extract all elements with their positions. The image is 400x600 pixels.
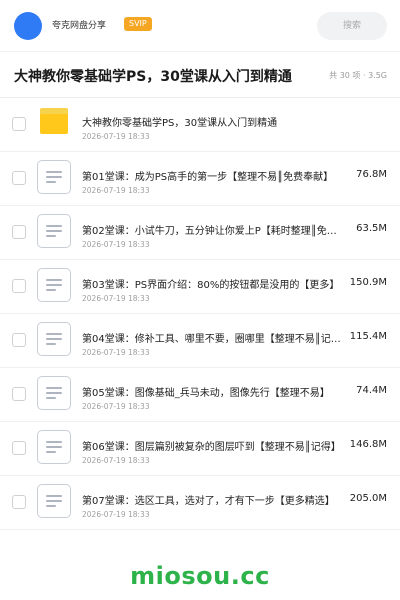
file-name: 第03堂课：PS界面介绍：80%的按钮都是没用的【更多】 xyxy=(82,280,340,291)
avatar[interactable] xyxy=(14,12,42,40)
select-checkbox[interactable] xyxy=(12,387,26,401)
select-checkbox[interactable] xyxy=(12,279,26,293)
file-name: 大神教你零基础学PS，30堂课从入门到精通 xyxy=(82,118,278,129)
file-name: 第06堂课：图层篇别被复杂的图层吓到【整理不易║记得】 xyxy=(82,442,341,453)
file-date: 2026-07-19 18:33 xyxy=(82,510,150,519)
list-item[interactable]: 第03堂课：PS界面介绍：80%的按钮都是没用的【更多】 2026-07-19 … xyxy=(0,260,400,314)
search-input[interactable]: 搜索 xyxy=(317,12,387,40)
file-count-size: 共 30 项 · 3.5G xyxy=(329,71,387,80)
document-icon xyxy=(37,376,71,410)
file-list: 大神教你零基础学PS，30堂课从入门到精通 2026-07-19 18:33 第… xyxy=(0,98,400,530)
list-item[interactable]: 大神教你零基础学PS，30堂课从入门到精通 2026-07-19 18:33 xyxy=(0,98,400,152)
document-icon xyxy=(37,484,71,518)
title-bar: 大神教你零基础学PS，30堂课从入门到精通 共 30 项 · 3.5G xyxy=(0,52,400,98)
file-date: 2026-07-19 18:33 xyxy=(82,348,150,357)
file-size: 146.8M xyxy=(349,439,387,450)
document-icon xyxy=(37,268,71,302)
file-name: 第07堂课：选区工具，选对了，才有下一步【更多精选】 xyxy=(82,496,335,507)
search-placeholder: 搜索 xyxy=(342,21,361,31)
list-item[interactable]: 第02堂课：小试牛刀，五分钟让你爱上P【耗时整理║免费】 2026-07-19 … xyxy=(0,206,400,260)
select-checkbox[interactable] xyxy=(12,225,26,239)
file-size: 63.5M xyxy=(356,223,387,234)
select-checkbox[interactable] xyxy=(12,441,26,455)
page-title: 大神教你零基础学PS，30堂课从入门到精通 xyxy=(14,69,292,85)
file-date: 2026-07-19 18:33 xyxy=(82,456,150,465)
site-watermark: miosou.cc xyxy=(130,562,270,590)
share-owner-name: 夸克网盘分享 xyxy=(52,21,107,31)
file-date: 2026-07-19 18:33 xyxy=(82,186,150,195)
document-icon xyxy=(37,322,71,356)
file-size: 76.8M xyxy=(356,169,387,180)
file-name: 第04堂课：修补工具、哪里不要，圈哪里【整理不易║记得】 xyxy=(82,334,344,345)
list-item[interactable]: 第04堂课：修补工具、哪里不要，圈哪里【整理不易║记得】 2026-07-19 … xyxy=(0,314,400,368)
list-item[interactable]: 第07堂课：选区工具，选对了，才有下一步【更多精选】 2026-07-19 18… xyxy=(0,476,400,530)
document-icon xyxy=(37,160,71,194)
select-checkbox[interactable] xyxy=(12,117,26,131)
select-checkbox[interactable] xyxy=(12,333,26,347)
select-checkbox[interactable] xyxy=(12,495,26,509)
document-icon xyxy=(37,430,71,464)
file-date: 2026-07-19 18:33 xyxy=(82,240,150,249)
file-name: 第02堂课：小试牛刀，五分钟让你爱上P【耗时整理║免费】 xyxy=(82,226,344,237)
share-header: 夸克网盘分享 SVIP 搜索 xyxy=(0,0,400,52)
svip-badge: SVIP xyxy=(124,17,152,31)
select-checkbox[interactable] xyxy=(12,171,26,185)
list-item[interactable]: 第06堂课：图层篇别被复杂的图层吓到【整理不易║记得】 2026-07-19 1… xyxy=(0,422,400,476)
document-icon xyxy=(37,214,71,248)
file-name: 第01堂课：成为PS高手的第一步【整理不易║免费奉献】 xyxy=(82,172,334,183)
file-date: 2026-07-19 18:33 xyxy=(82,402,150,411)
folder-icon xyxy=(40,108,68,134)
file-name: 第05堂课：图像基础_兵马未动，图像先行【整理不易】 xyxy=(82,388,330,399)
file-size: 205.0M xyxy=(349,493,387,504)
file-size: 150.9M xyxy=(349,277,387,288)
list-item[interactable]: 第01堂课：成为PS高手的第一步【整理不易║免费奉献】 2026-07-19 1… xyxy=(0,152,400,206)
file-size: 74.4M xyxy=(356,385,387,396)
file-size: 115.4M xyxy=(349,331,387,342)
list-item[interactable]: 第05堂课：图像基础_兵马未动，图像先行【整理不易】 2026-07-19 18… xyxy=(0,368,400,422)
file-date: 2026-07-19 18:33 xyxy=(82,132,150,141)
file-date: 2026-07-19 18:33 xyxy=(82,294,150,303)
